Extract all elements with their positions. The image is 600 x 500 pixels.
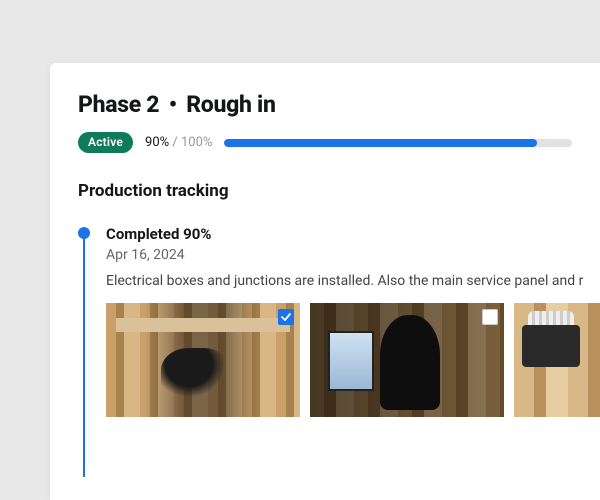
progress-text: 90% / 100% (145, 135, 212, 150)
entry-date: Apr 16, 2024 (106, 247, 600, 263)
status-badge: Active (78, 132, 133, 153)
timeline-dot-icon (78, 227, 90, 239)
phase-label: Phase 2 (78, 91, 159, 118)
checkbox-unchecked-icon[interactable] (482, 309, 498, 325)
phase-card: Phase 2 • Rough in Active 90% / 100% Pro… (50, 63, 600, 500)
timeline: Completed 90% Apr 16, 2024 Electrical bo… (78, 225, 600, 417)
status-row: Active 90% / 100% (78, 132, 600, 153)
progress-target: 100% (181, 135, 212, 150)
thumbnail[interactable] (106, 303, 300, 417)
progress-fill (224, 139, 537, 147)
checkbox-checked-icon[interactable] (278, 309, 294, 325)
entry-description: Electrical boxes and junctions are insta… (106, 273, 600, 289)
phase-name: Rough in (186, 91, 275, 118)
progress-current: 90% (145, 135, 169, 150)
page-title: Phase 2 • Rough in (78, 91, 600, 118)
timeline-line (83, 231, 85, 477)
thumbnail[interactable] (310, 303, 504, 417)
progress-slash: / (169, 135, 181, 150)
title-separator: • (169, 91, 177, 118)
timeline-entry: Completed 90% Apr 16, 2024 Electrical bo… (106, 225, 600, 417)
thumbs-row (106, 303, 600, 417)
section-title: Production tracking (78, 181, 600, 201)
progress-bar[interactable] (224, 139, 572, 147)
entry-title: Completed 90% (106, 225, 600, 243)
thumbnail[interactable] (514, 303, 600, 417)
